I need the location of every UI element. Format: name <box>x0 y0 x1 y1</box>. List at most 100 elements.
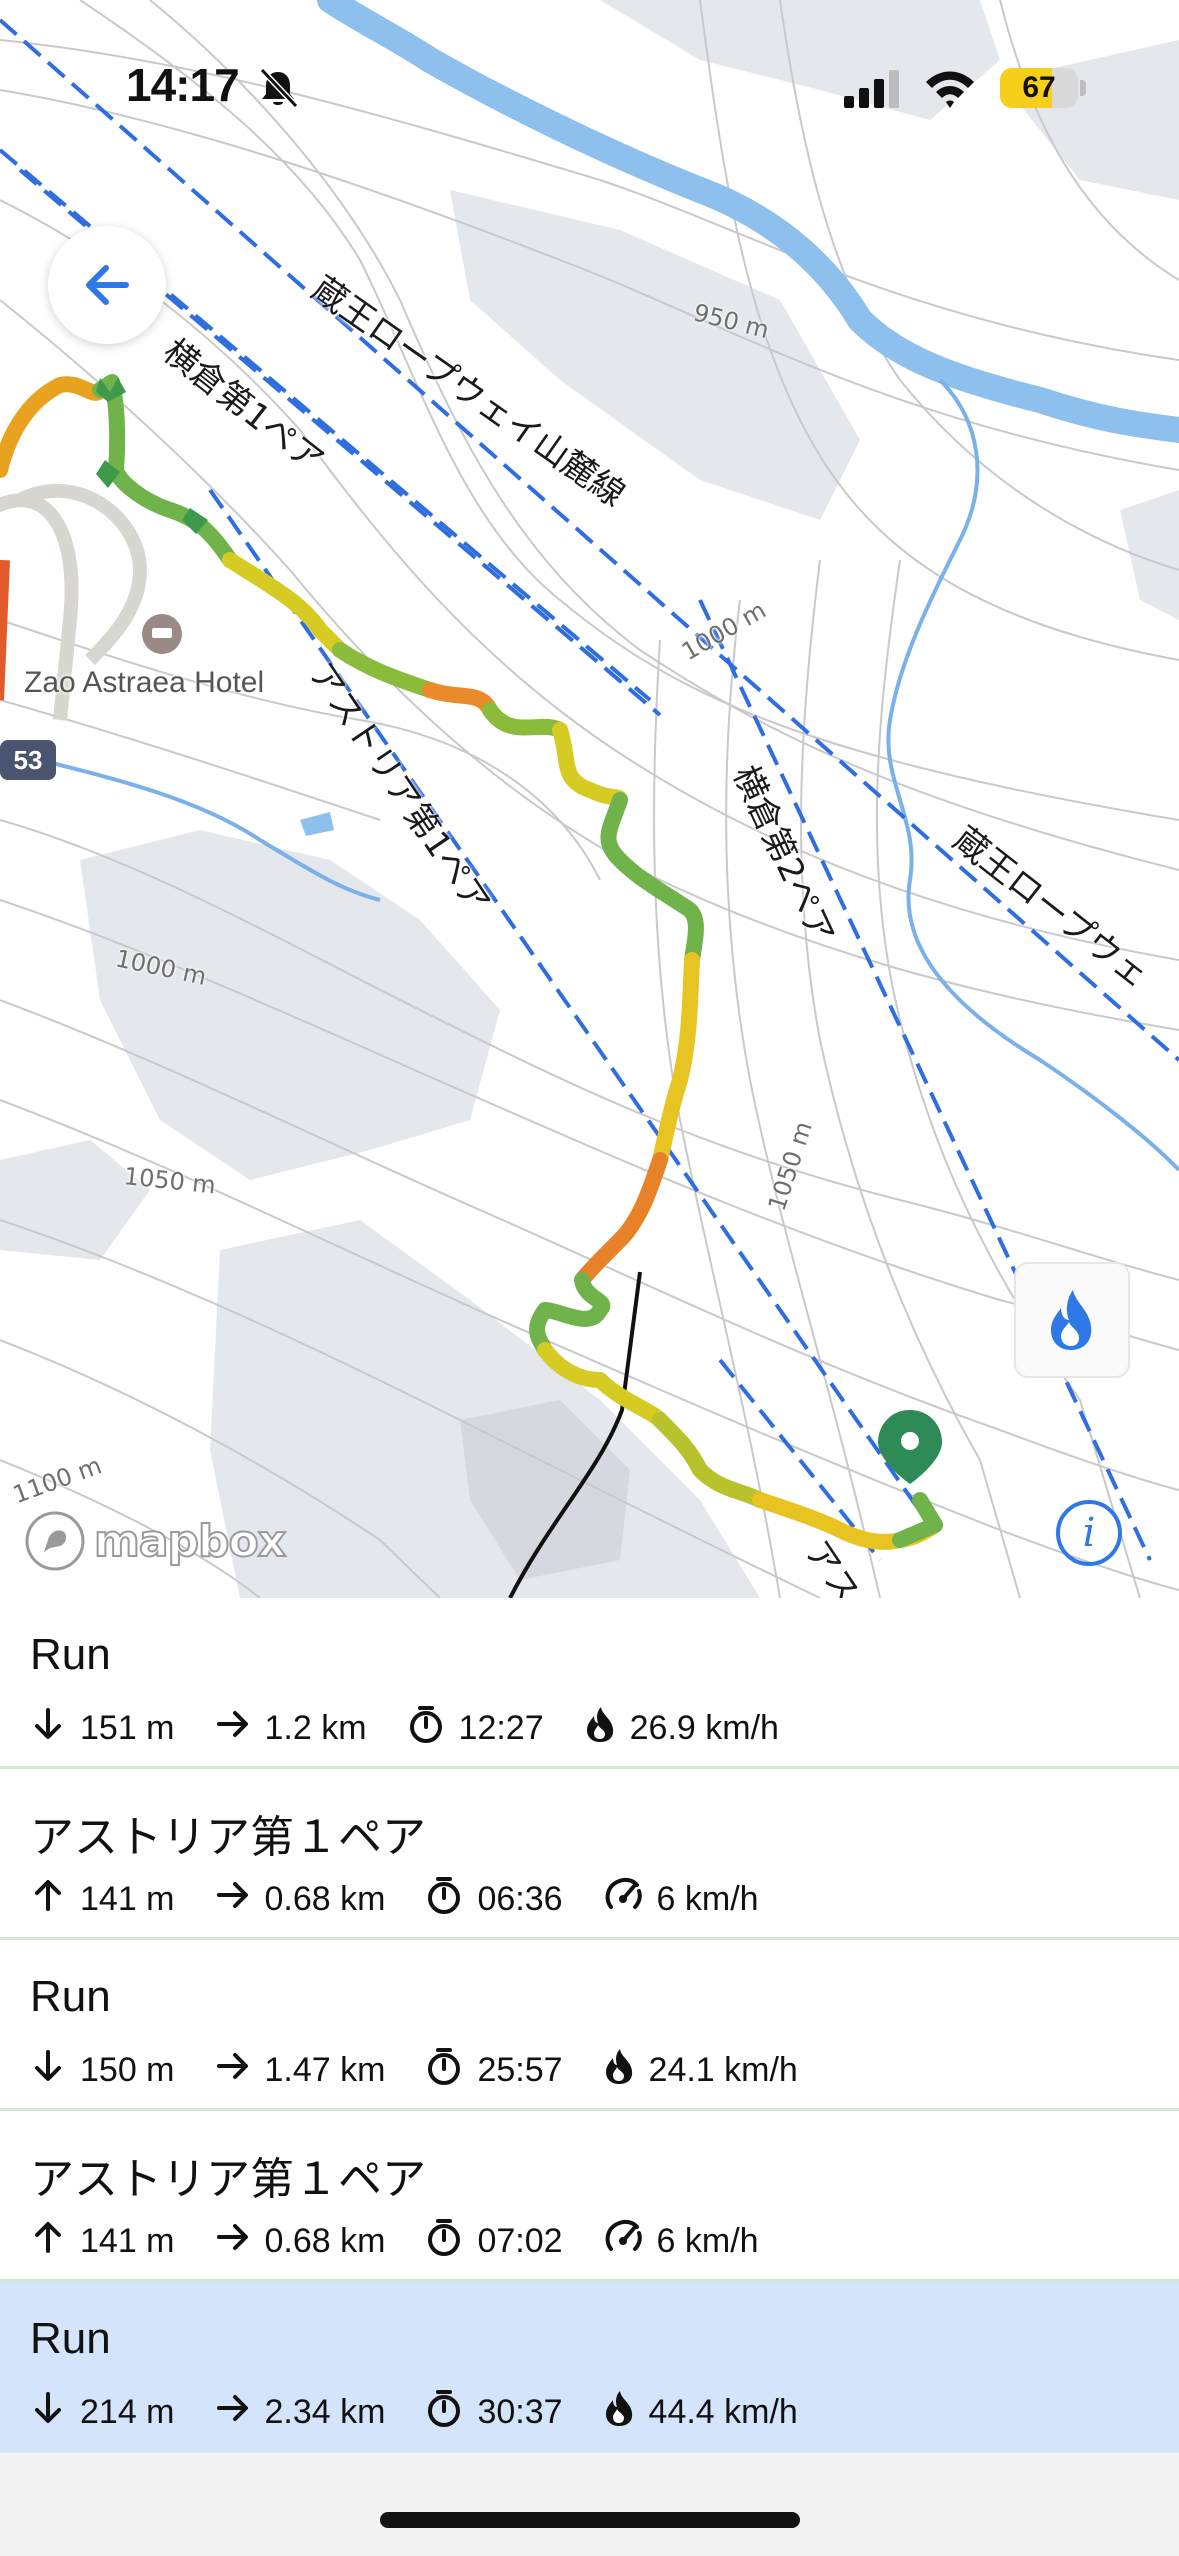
stopwatch-icon <box>425 2046 477 2095</box>
hotel-label[interactable]: Zao Astraea Hotel <box>24 666 264 700</box>
arrow-right-icon <box>215 1877 265 1922</box>
distance-stat: 1.2 km <box>215 1706 367 1751</box>
hotel-access-road <box>16 483 148 665</box>
distance-value: 0.68 km <box>264 1880 386 1918</box>
flame-icon <box>603 2047 649 2094</box>
segment-row[interactable]: Run 151 m 1.2 km 12:27 26.9 km/h <box>0 1598 1179 1769</box>
duration-value: 07:02 <box>477 2222 563 2260</box>
distance-stat: 0.68 km <box>215 2219 386 2264</box>
duration-value: 06:36 <box>477 1880 563 1918</box>
stopwatch-icon <box>425 2217 477 2266</box>
duration-stat: 25:57 <box>425 2046 563 2095</box>
segment-stats: 141 m 0.68 km 06:36 6 km/h <box>30 1875 799 1924</box>
battery-indicator: 67 <box>1000 68 1078 108</box>
segment-row[interactable]: Run 150 m 1.47 km 25:57 24.1 km/h <box>0 1940 1179 2111</box>
segment-row[interactable]: Run 214 m 2.34 km 30:37 44.4 km/h <box>0 2282 1179 2453</box>
elevation-stat: 151 m <box>30 1706 175 1751</box>
duration-value: 25:57 <box>477 2051 563 2089</box>
map-canvas[interactable] <box>0 0 1179 1598</box>
speed-stat: 6 km/h <box>603 2217 759 2266</box>
arrow-down-icon <box>30 1706 80 1751</box>
pond <box>300 812 334 836</box>
heatmap-toggle-button[interactable] <box>1014 1262 1130 1378</box>
elevation-value: 141 m <box>80 2222 175 2260</box>
speedometer-icon <box>603 2217 657 2266</box>
distance-value: 1.2 km <box>264 1709 367 1747</box>
arrow-right-icon <box>215 2219 265 2264</box>
segment-stats: 150 m 1.47 km 25:57 24.1 km/h <box>30 2046 838 2095</box>
road-number-badge: 53 <box>0 740 56 780</box>
map-view[interactable]: 蔵王ロープウェイ山麓線 横倉第1ペア アストリア第1ペア 横倉第2ペア 蔵王ロー… <box>0 0 1179 1598</box>
arrow-up-icon <box>30 1877 80 1922</box>
distance-stat: 2.34 km <box>215 2390 386 2435</box>
segment-title: Run <box>30 2314 111 2363</box>
segment-title: アストリア第１ペア <box>30 1813 426 1862</box>
segment-stats: 151 m 1.2 km 12:27 26.9 km/h <box>30 1704 819 1753</box>
info-icon[interactable]: i <box>1056 1500 1122 1566</box>
speed-value: 24.1 km/h <box>648 2051 798 2089</box>
home-indicator[interactable] <box>380 2512 800 2528</box>
speed-stat: 24.1 km/h <box>603 2047 798 2094</box>
status-bar: 14:17 67 <box>0 0 1179 150</box>
duration-stat: 30:37 <box>425 2388 563 2437</box>
flame-icon <box>584 1705 630 1752</box>
stopwatch-icon <box>425 2388 477 2437</box>
distance-value: 1.47 km <box>264 2051 386 2089</box>
distance-value: 2.34 km <box>264 2393 386 2431</box>
arrow-up-icon <box>30 2219 80 2264</box>
elevation-stat: 150 m <box>30 2048 175 2093</box>
segment-title: Run <box>30 1972 111 2021</box>
speed-value: 26.9 km/h <box>629 1709 779 1747</box>
battery-percent: 67 <box>1022 71 1056 104</box>
duration-stat: 12:27 <box>407 1704 544 1753</box>
segment-title: Run <box>30 1630 111 1679</box>
elevation-value: 214 m <box>80 2393 175 2431</box>
flame-icon <box>1051 1290 1092 1350</box>
duration-stat: 06:36 <box>425 1875 563 1924</box>
speed-value: 44.4 km/h <box>648 2393 798 2431</box>
duration-stat: 07:02 <box>425 2217 563 2266</box>
elevation-stat: 214 m <box>30 2390 175 2435</box>
speed-stat: 6 km/h <box>603 1875 759 1924</box>
duration-value: 12:27 <box>458 1709 544 1747</box>
stream <box>886 378 1179 1172</box>
arrow-down-icon <box>30 2390 80 2435</box>
elevation-value: 141 m <box>80 1880 175 1918</box>
arrow-down-icon <box>30 2048 80 2093</box>
mapbox-attribution[interactable]: mapbox <box>24 1508 287 1574</box>
speedometer-icon <box>603 1875 657 1924</box>
stopwatch-icon <box>407 1704 459 1753</box>
segment-list[interactable]: Run 151 m 1.2 km 12:27 26.9 km/h アストリア第１… <box>0 1598 1179 2453</box>
segment-stats: 141 m 0.68 km 07:02 6 km/h <box>30 2217 799 2266</box>
mapbox-wordmark: mapbox <box>93 1515 287 1568</box>
segment-row[interactable]: アストリア第１ペア 141 m 0.68 km 07:02 6 km/h <box>0 2111 1179 2282</box>
status-time: 14:17 <box>126 59 240 111</box>
speed-stat: 26.9 km/h <box>584 1705 779 1752</box>
segment-row[interactable]: アストリア第１ペア 141 m 0.68 km 06:36 6 km/h <box>0 1769 1179 1940</box>
stopwatch-icon <box>425 1875 477 1924</box>
arrow-right-icon <box>215 1706 265 1751</box>
map-pin-icon[interactable] <box>878 1410 942 1484</box>
arrow-right-icon <box>215 2048 265 2093</box>
distance-stat: 0.68 km <box>215 1877 386 1922</box>
elevation-stat: 141 m <box>30 1877 175 1922</box>
bell-slash-icon <box>259 67 299 109</box>
segment-title: アストリア第１ペア <box>30 2155 426 2204</box>
signal-icon <box>844 70 899 108</box>
segment-stats: 214 m 2.34 km 30:37 44.4 km/h <box>30 2388 838 2437</box>
duration-value: 30:37 <box>477 2393 563 2431</box>
speed-value: 6 km/h <box>656 2222 759 2260</box>
back-arrow-icon <box>86 265 129 305</box>
elevation-stat: 141 m <box>30 2219 175 2264</box>
distance-value: 0.68 km <box>264 2222 386 2260</box>
back-button[interactable] <box>48 226 166 344</box>
distance-stat: 1.47 km <box>215 2048 386 2093</box>
mapbox-logo-icon <box>25 1511 85 1571</box>
wifi-icon <box>926 71 974 108</box>
flame-icon <box>603 2389 649 2436</box>
elevation-value: 151 m <box>80 1709 175 1747</box>
elevation-value: 150 m <box>80 2051 175 2089</box>
arrow-right-icon <box>215 2390 265 2435</box>
speed-value: 6 km/h <box>656 1880 759 1918</box>
speed-stat: 44.4 km/h <box>603 2389 798 2436</box>
